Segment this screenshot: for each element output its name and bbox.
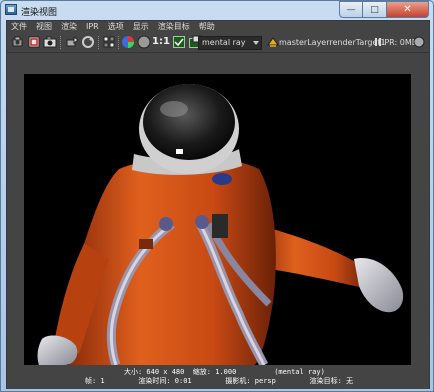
rgb-channels-icon[interactable] xyxy=(121,35,135,49)
chevron-down-icon xyxy=(253,41,259,45)
render-layer-label: masterLayerrenderTarget1 xyxy=(279,38,386,47)
ipr-status-icon xyxy=(412,35,426,49)
render-info-line: 帧: 1 渲染时间: 0:01 摄影机: persp 渲染目标: 无 xyxy=(85,377,354,385)
render-viewport[interactable]: 大小: 640 x 480 缩放: 1.000 (mental ray) 帧: … xyxy=(7,54,429,389)
refresh-ipr-icon[interactable] xyxy=(81,35,95,49)
rendered-image xyxy=(24,74,411,365)
pause-ipr-icon[interactable] xyxy=(371,35,381,49)
menu-view[interactable]: 视图 xyxy=(36,21,52,33)
toolbar-separator xyxy=(118,36,120,49)
toolbar-separator xyxy=(98,36,100,49)
redo-previous-render-icon[interactable] xyxy=(11,35,25,49)
real-size-icon[interactable]: 1:1 xyxy=(152,36,170,47)
render-layer-icon[interactable] xyxy=(266,35,280,49)
menu-options[interactable]: 选项 xyxy=(108,21,124,33)
menu-render-target[interactable]: 渲染目标 xyxy=(158,21,190,33)
render-view-window: 渲染视图 — □ ✕ 文件 视图 渲染 IPR 选项 显示 渲染目标 帮助 1:… xyxy=(0,0,434,392)
render-region-icon[interactable] xyxy=(27,35,41,49)
maximize-button[interactable]: □ xyxy=(363,1,387,18)
menu-ipr[interactable]: IPR xyxy=(86,21,99,33)
menu-bar: 文件 视图 渲染 IPR 选项 显示 渲染目标 帮助 xyxy=(7,21,429,33)
menu-help[interactable]: 帮助 xyxy=(199,21,215,33)
alpha-channel-icon[interactable] xyxy=(137,35,151,49)
menu-render[interactable]: 渲染 xyxy=(61,21,77,33)
toolbar: 1:1 mental ray masterLayerrenderTarget1 … xyxy=(7,33,429,53)
snapshot-icon[interactable] xyxy=(43,35,57,49)
title-bar[interactable]: 渲染视图 — □ ✕ xyxy=(1,1,433,20)
ipr-render-icon[interactable] xyxy=(65,35,79,49)
render-settings-icon[interactable] xyxy=(102,35,116,49)
window-controls: — □ ✕ xyxy=(339,1,429,18)
close-button[interactable]: ✕ xyxy=(387,1,429,18)
window-title: 渲染视图 xyxy=(21,8,58,18)
menu-file[interactable]: 文件 xyxy=(11,21,27,33)
app-icon xyxy=(5,4,17,15)
render-view-panel: 文件 视图 渲染 IPR 选项 显示 渲染目标 帮助 1:1 mental ra… xyxy=(6,20,430,389)
menu-display[interactable]: 显示 xyxy=(133,21,149,33)
renderer-value: mental ray xyxy=(202,38,246,47)
minimize-button[interactable]: — xyxy=(339,1,363,18)
renderer-dropdown[interactable]: mental ray xyxy=(198,36,262,50)
toolbar-separator xyxy=(60,36,62,49)
keep-image-icon[interactable] xyxy=(172,35,186,49)
